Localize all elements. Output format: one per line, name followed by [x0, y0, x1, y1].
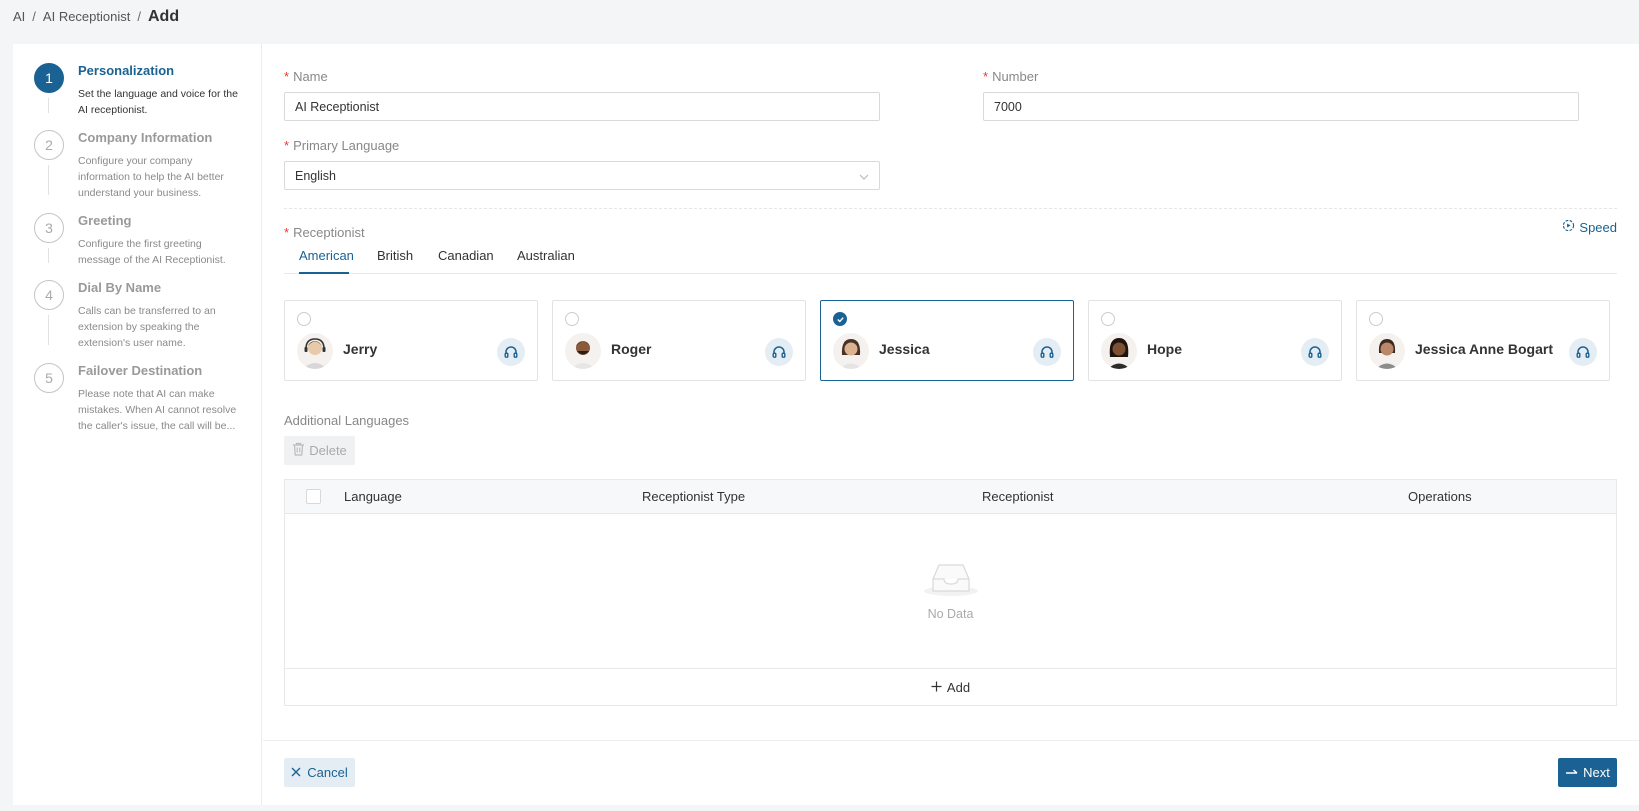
- next-label: Next: [1583, 765, 1610, 780]
- step-description: Configure your company information to he…: [78, 155, 224, 199]
- step-title: Failover Destination: [78, 363, 203, 378]
- step-number: 2: [34, 130, 64, 160]
- step-connector: [48, 248, 49, 263]
- voice-card-jerry[interactable]: Jerry: [284, 300, 538, 381]
- step-title: Dial By Name: [78, 280, 162, 295]
- primary-language-select[interactable]: English: [284, 161, 880, 190]
- step-title: Company Information: [78, 130, 213, 145]
- tab-british[interactable]: British: [377, 248, 413, 263]
- avatar: [297, 333, 333, 369]
- accent-tabs: American British Canadian Australian: [284, 240, 1617, 274]
- breadcrumb-separator: /: [32, 9, 36, 24]
- step-number: 1: [34, 63, 64, 93]
- plus-icon: [931, 680, 942, 695]
- empty-text: No Data: [927, 607, 974, 621]
- step-number: 5: [34, 363, 64, 393]
- name-input[interactable]: AI Receptionist: [284, 92, 880, 121]
- column-language: Language: [344, 489, 402, 504]
- footer-divider: [263, 740, 1639, 741]
- voice-radio-checked[interactable]: [833, 312, 847, 326]
- number-label: * Number: [983, 69, 1039, 84]
- step-connector: [48, 98, 49, 113]
- additional-languages-table: Language Receptionist Type Receptionist …: [284, 479, 1617, 706]
- step-description: Set the language and voice for the AI re…: [78, 88, 238, 116]
- speed-button[interactable]: Speed: [1562, 219, 1617, 235]
- breadcrumb-ai-receptionist[interactable]: AI Receptionist: [43, 9, 130, 24]
- headphones-icon[interactable]: [765, 338, 793, 366]
- breadcrumb-ai[interactable]: AI: [13, 9, 25, 24]
- next-button[interactable]: Next: [1558, 758, 1617, 787]
- main-card: 1 Personalization Set the language and v…: [13, 44, 1639, 805]
- avatar: [833, 333, 869, 369]
- speed-label: Speed: [1579, 219, 1617, 235]
- step-connector: [48, 165, 49, 195]
- personalization-form: * Name AI Receptionist * Number 7000 * Prim…: [263, 44, 1639, 805]
- voice-radio[interactable]: [297, 312, 311, 326]
- voice-name: Jessica Anne Bogart: [1415, 341, 1553, 357]
- steps-sidebar: 1 Personalization Set the language and v…: [13, 44, 262, 805]
- step-number: 3: [34, 213, 64, 243]
- breadcrumb: AI / AI Receptionist / Add: [13, 8, 179, 26]
- primary-language-label: * Primary Language: [284, 138, 400, 153]
- headphones-icon[interactable]: [497, 338, 525, 366]
- speed-icon: [1562, 219, 1575, 235]
- additional-languages-label: Additional Languages: [284, 413, 410, 428]
- step-title: Personalization: [78, 63, 175, 78]
- add-language-button[interactable]: Add: [285, 668, 1616, 705]
- voice-name: Hope: [1147, 341, 1182, 357]
- headphones-icon[interactable]: [1033, 338, 1061, 366]
- tab-canadian[interactable]: Canadian: [438, 248, 494, 263]
- headphones-icon[interactable]: [1569, 338, 1597, 366]
- receptionist-label: * Receptionist: [284, 225, 365, 240]
- step-description: Calls can be transferred to an extension…: [78, 305, 216, 349]
- step-connector: [48, 315, 49, 345]
- tab-american[interactable]: American: [299, 248, 354, 263]
- delete-button[interactable]: Delete: [284, 436, 355, 465]
- arrow-right-icon: [1565, 765, 1579, 780]
- voice-radio[interactable]: [565, 312, 579, 326]
- voice-name: Jessica: [879, 341, 930, 357]
- number-input[interactable]: 7000: [983, 92, 1579, 121]
- add-label: Add: [946, 679, 971, 695]
- voice-name: Roger: [611, 341, 652, 357]
- select-all-checkbox[interactable]: [306, 489, 321, 504]
- name-label: * Name: [284, 69, 328, 84]
- empty-state: No Data: [285, 514, 1616, 665]
- column-receptionist-type: Receptionist Type: [642, 489, 746, 504]
- avatar: [1369, 333, 1405, 369]
- avatar: [565, 333, 601, 369]
- voice-card-hope[interactable]: Hope: [1088, 300, 1342, 381]
- cancel-label: Cancel: [307, 765, 348, 780]
- chevron-down-icon: [859, 171, 869, 185]
- step-title: Greeting: [78, 213, 132, 228]
- column-operations: Operations: [1408, 489, 1472, 504]
- tab-active-indicator: [299, 272, 349, 274]
- close-icon: [291, 765, 301, 780]
- empty-inbox-icon: [922, 558, 980, 601]
- step-description: Configure the first greeting message of …: [78, 238, 226, 266]
- headphones-icon[interactable]: [1301, 338, 1329, 366]
- voice-card-jessica-anne-bogart[interactable]: Jessica Anne Bogart: [1356, 300, 1610, 381]
- voice-name: Jerry: [343, 341, 378, 357]
- voice-card-roger[interactable]: Roger: [552, 300, 806, 381]
- breadcrumb-separator: /: [137, 9, 141, 24]
- voice-radio[interactable]: [1101, 312, 1115, 326]
- step-number: 4: [34, 280, 64, 310]
- voice-card-jessica[interactable]: Jessica: [820, 300, 1074, 381]
- step-description: Please note that AI can make mistakes. W…: [78, 388, 237, 432]
- trash-icon: [292, 442, 305, 459]
- delete-label: Delete: [309, 443, 347, 458]
- column-receptionist: Receptionist: [982, 489, 1054, 504]
- primary-language-value: English: [295, 168, 336, 183]
- section-divider: [284, 208, 1617, 209]
- check-icon: [836, 316, 844, 323]
- tab-australian[interactable]: Australian: [517, 248, 575, 263]
- breadcrumb-current: Add: [147, 8, 180, 25]
- voice-radio[interactable]: [1369, 312, 1383, 326]
- avatar: [1101, 333, 1137, 369]
- cancel-button[interactable]: Cancel: [284, 758, 355, 787]
- table-header: Language Receptionist Type Receptionist …: [285, 480, 1616, 514]
